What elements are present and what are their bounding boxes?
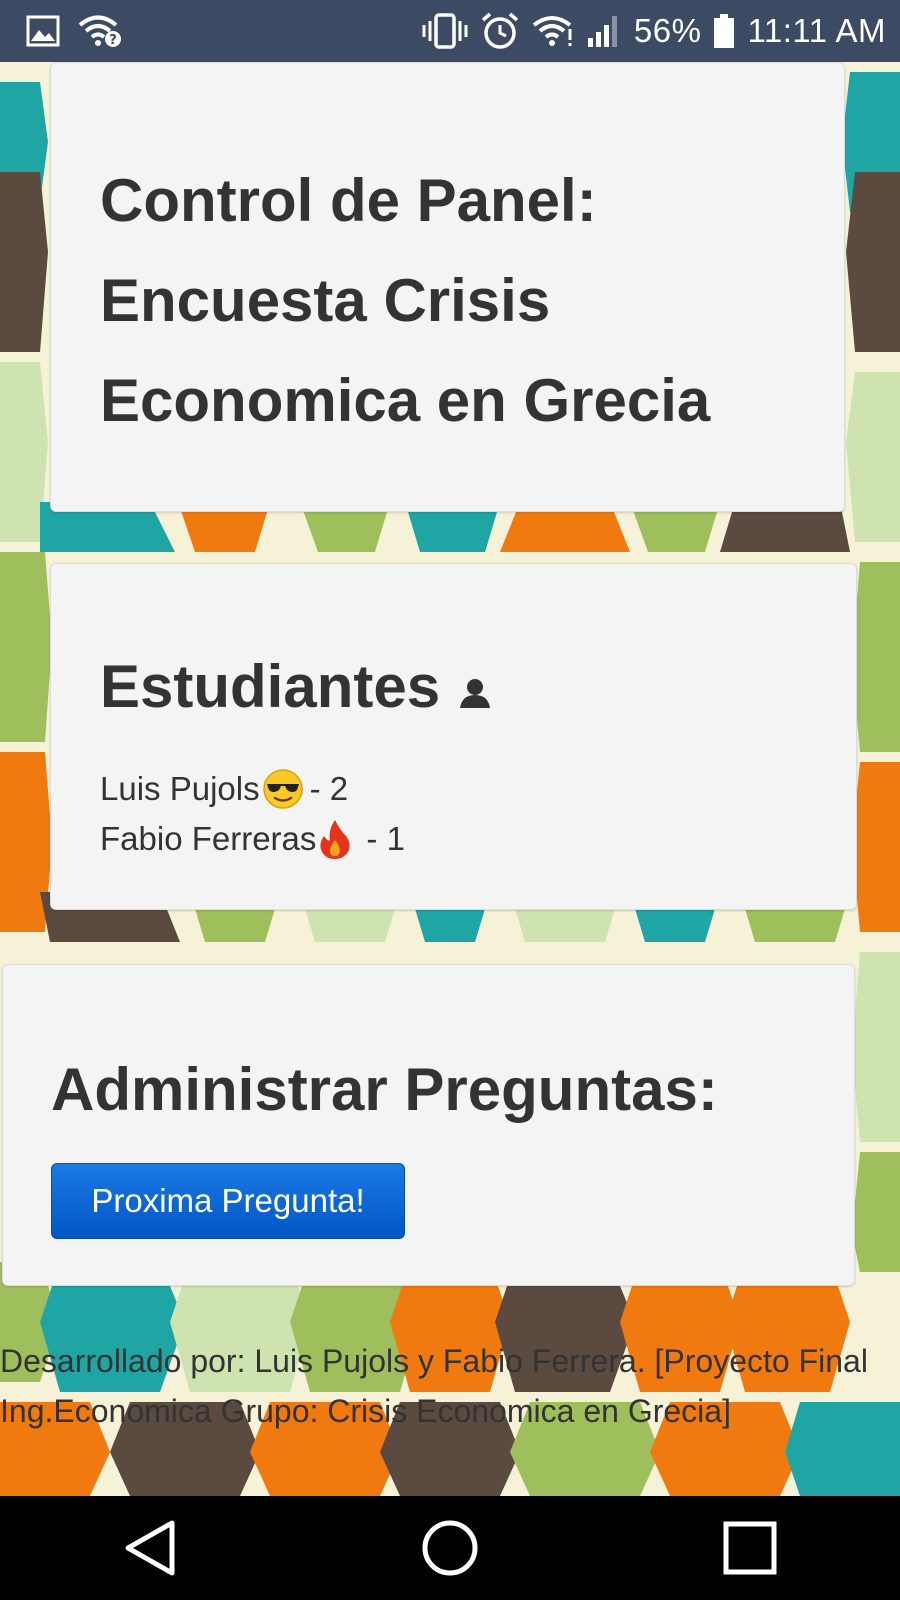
students-heading: Estudiantes [100, 652, 492, 721]
back-icon[interactable] [90, 1496, 210, 1600]
students-list: Luis Pujols - 2 Fabio Ferreras - 1 [100, 764, 405, 864]
admin-heading: Administrar Preguntas: [51, 1056, 718, 1123]
admin-card: Administrar Preguntas: Proxima Pregunta! [2, 964, 855, 1286]
list-item: Fabio Ferreras - 1 [100, 814, 405, 864]
sunglasses-emoji-icon [262, 768, 304, 810]
footer-credits: Desarrollado por: Luis Pujols y Fabio Fe… [0, 1343, 868, 1429]
alarm-icon [480, 12, 520, 50]
clock: 11:11 AM [747, 12, 886, 49]
students-card: Estudiantes Luis Pujols - 2 Fabio Ferrer… [50, 563, 857, 910]
header-card: Control de Panel: Encuesta Crisis Econom… [50, 62, 845, 512]
navigation-bar [0, 1496, 900, 1600]
signal-icon [586, 14, 622, 48]
image-icon [26, 15, 60, 47]
students-heading-label: Estudiantes [100, 653, 441, 720]
next-question-button[interactable]: Proxima Pregunta! [51, 1163, 405, 1239]
wifi-icon [532, 15, 574, 47]
recents-icon[interactable] [690, 1496, 810, 1600]
student-name: Fabio Ferreras [100, 820, 317, 857]
vibrate-icon [422, 13, 468, 49]
user-icon [458, 677, 492, 709]
student-score: - 1 [366, 820, 405, 857]
status-bar: ? 56% 11:11 AM [0, 0, 900, 62]
page-title: Control de Panel: Encuesta Crisis Econom… [100, 167, 711, 434]
fire-emoji-icon [318, 818, 352, 860]
student-name: Luis Pujols [100, 770, 260, 807]
battery-icon [713, 13, 735, 49]
home-icon[interactable] [390, 1496, 510, 1600]
student-score: - 2 [309, 770, 349, 807]
list-item: Luis Pujols - 2 [100, 764, 405, 814]
battery-percent: 56% [633, 12, 702, 49]
svg-text:?: ? [109, 33, 117, 48]
wifi-question-icon: ? [78, 14, 122, 48]
